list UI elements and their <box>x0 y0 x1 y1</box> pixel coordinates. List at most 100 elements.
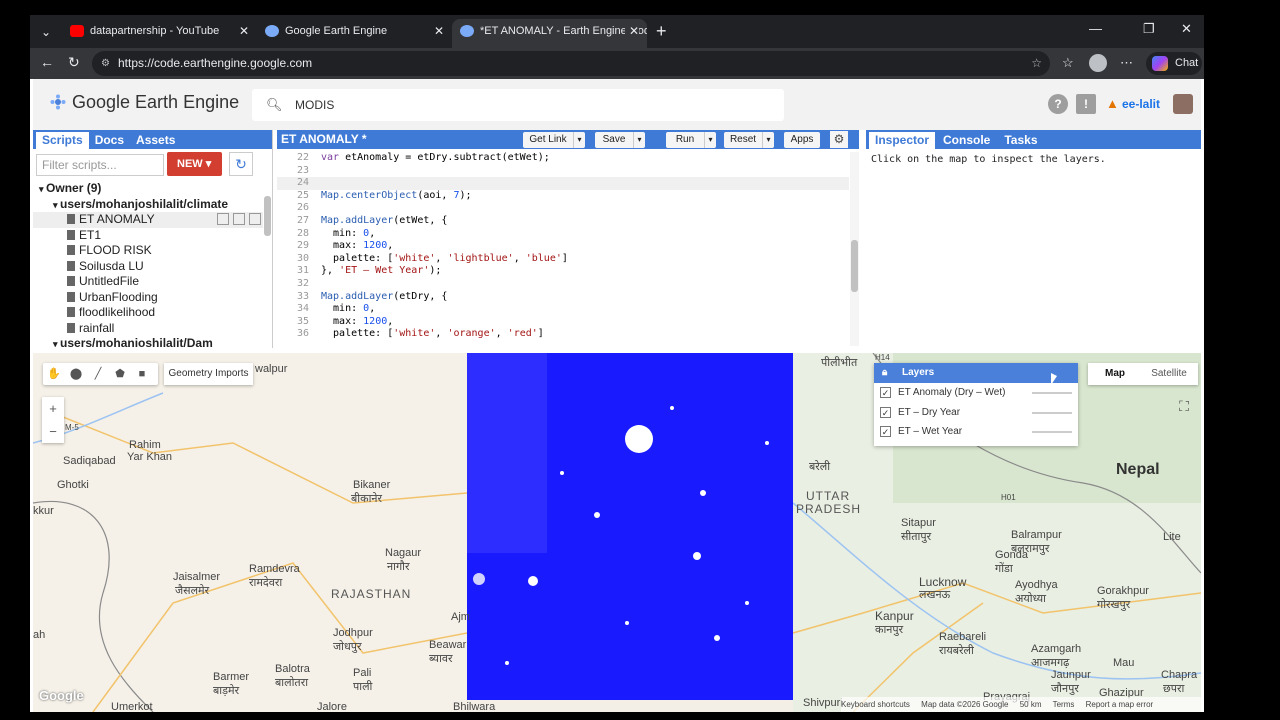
run-button[interactable]: Run ▾ <box>666 132 716 148</box>
editor-scroll-thumb[interactable] <box>851 240 858 292</box>
window-close-icon[interactable]: ✕ <box>1181 21 1192 37</box>
rectangle-icon[interactable]: ■ <box>131 363 153 385</box>
scale-bar[interactable]: 50 km <box>1020 700 1042 709</box>
script-file[interactable]: UrbanFlooding <box>33 290 263 306</box>
fullscreen-icon[interactable]: ⛶ <box>1174 398 1194 418</box>
apps-button[interactable]: Apps <box>784 132 820 148</box>
bookmark-star-icon[interactable]: ☆ <box>1031 51 1042 76</box>
chevron-down-icon[interactable]: ▾ <box>704 132 716 148</box>
chevron-down-icon[interactable]: ▾ <box>53 200 60 210</box>
code-line[interactable]: 26 <box>277 202 849 215</box>
code-line[interactable]: 28 min: 0, <box>277 228 849 241</box>
minimize-icon[interactable]: — <box>1089 21 1102 36</box>
gear-icon[interactable]: ⚙ <box>830 131 848 148</box>
layer-row[interactable]: ✓ ET Anomaly (Dry – Wet) <box>874 383 1078 403</box>
layer-checkbox[interactable]: ✓ <box>880 406 891 418</box>
search-input[interactable]: 🔍︎ MODIS <box>252 89 784 121</box>
line-icon[interactable]: ╱ <box>87 363 109 385</box>
layer-checkbox[interactable]: ✓ <box>880 426 891 437</box>
tab-earth-engine[interactable]: Google Earth Engine ✕ <box>257 19 452 48</box>
polygon-icon[interactable]: ⬟ <box>109 363 131 385</box>
layer-checkbox[interactable]: ✓ <box>880 387 891 398</box>
tab-et-anomaly[interactable]: *ET ANOMALY - Earth Engine Code ✕ <box>452 19 647 48</box>
get-link-button[interactable]: Get Link ▾ <box>523 132 585 148</box>
more-menu-icon[interactable]: ⋯ <box>1120 55 1133 71</box>
script-repo[interactable]: ▾ users/mohanjoshilalit/Dam <box>33 336 263 347</box>
map-type-map[interactable]: Map <box>1088 363 1142 385</box>
back-icon[interactable]: ← <box>40 54 54 70</box>
chevron-down-icon[interactable]: ▾ <box>39 184 46 194</box>
edit-icon[interactable] <box>233 213 245 225</box>
copilot-chat-button[interactable]: Chat <box>1146 52 1202 75</box>
feedback-icon[interactable]: ! <box>1076 94 1096 114</box>
favorites-icon[interactable]: ☆ <box>1062 55 1074 71</box>
profile-avatar-icon[interactable] <box>1089 54 1107 72</box>
code-line[interactable]: 22 var etAnomaly = etDry.subtract(etWet); <box>277 152 849 165</box>
tab-tasks[interactable]: Tasks <box>998 131 1043 150</box>
script-file[interactable]: UntitledFile <box>33 274 263 290</box>
script-group[interactable]: ▾ Owner (9) <box>33 181 263 197</box>
tab-inspector[interactable]: Inspector <box>869 132 936 149</box>
code-line[interactable]: 31}, 'ET – Wet Year'); <box>277 265 849 278</box>
code-line[interactable]: 35 max: 1200, <box>277 316 849 329</box>
account-menu[interactable]: ▲ ee-lalit <box>1104 90 1194 118</box>
zoom-out-button[interactable]: − <box>42 420 64 443</box>
filter-scripts-input[interactable]: Filter scripts... <box>36 154 164 176</box>
tab-assets[interactable]: Assets <box>130 131 181 150</box>
code-line[interactable]: 34 min: 0, <box>277 303 849 316</box>
refresh-icon[interactable]: ↻ <box>229 152 253 176</box>
history-icon[interactable] <box>217 213 229 225</box>
reload-icon[interactable]: ↻ <box>68 54 80 71</box>
scripts-scrollbar[interactable] <box>264 196 271 236</box>
layer-row[interactable]: ✓ ET – Dry Year <box>874 403 1078 423</box>
map-view[interactable]: walpur Rahim Yar Khan Sadiqabad Ghotki k… <box>33 353 1201 712</box>
report-error-link[interactable]: Report a map error <box>1086 700 1154 709</box>
code-line[interactable]: 30 palette: ['white', 'lightblue', 'blue… <box>277 253 849 266</box>
user-avatar[interactable] <box>1173 94 1193 114</box>
restore-icon[interactable]: ❐ <box>1143 21 1155 37</box>
opacity-slider[interactable] <box>1032 392 1072 394</box>
script-file[interactable]: floodlikelihood <box>33 305 263 321</box>
code-line[interactable]: 32 <box>277 278 849 291</box>
reset-button[interactable]: Reset ▾ <box>724 132 774 148</box>
chevron-down-icon[interactable]: ▾ <box>573 132 585 148</box>
script-file[interactable]: ET1 <box>33 228 263 244</box>
map-type-satellite[interactable]: Satellite <box>1142 363 1196 385</box>
new-button[interactable]: NEW ▾ <box>167 152 222 176</box>
layers-header[interactable]: 🔒︎ Layers <box>874 363 1078 383</box>
script-file[interactable]: ET ANOMALY <box>33 212 263 228</box>
chevron-down-icon[interactable]: ▾ <box>633 132 645 148</box>
delete-icon[interactable] <box>249 213 261 225</box>
tab-console[interactable]: Console <box>937 131 996 150</box>
tab-search-icon[interactable]: ⌄ <box>36 23 56 41</box>
site-info-icon[interactable]: ⚙ <box>101 51 110 76</box>
layer-row[interactable]: ✓ ET – Wet Year <box>874 422 1078 442</box>
code-line[interactable]: 24 <box>277 177 849 190</box>
script-file[interactable]: Soilusda LU <box>33 259 263 275</box>
code-line[interactable]: 27 Map.addLayer(etWet, { <box>277 215 849 228</box>
script-file[interactable]: FLOOD RISK <box>33 243 263 259</box>
code-line[interactable]: 23 <box>277 165 849 178</box>
code-area[interactable]: 22 var etAnomaly = etDry.subtract(etWet);… <box>277 152 849 346</box>
pan-hand-icon[interactable]: ✋ <box>43 363 65 385</box>
url-field[interactable]: ⚙ https://code.earthengine.google.com ☆ <box>92 51 1050 76</box>
terms-link[interactable]: Terms <box>1053 700 1075 709</box>
code-line[interactable]: 36 palette: ['white', 'orange', 'red'] <box>277 328 849 341</box>
script-repo[interactable]: ▾ users/mohanjoshilalit/climate <box>33 197 263 213</box>
chevron-down-icon[interactable]: ▾ <box>762 132 774 148</box>
code-line[interactable]: 25 Map.centerObject(aoi, 7); <box>277 190 849 203</box>
close-icon[interactable]: ✕ <box>239 19 249 44</box>
zoom-in-button[interactable]: + <box>42 397 64 420</box>
close-icon[interactable]: ✕ <box>434 19 444 44</box>
geometry-imports-button[interactable]: Geometry Imports <box>164 363 253 385</box>
close-icon[interactable]: ✕ <box>624 19 639 44</box>
new-tab-icon[interactable]: + <box>656 21 667 42</box>
tab-docs[interactable]: Docs <box>89 131 130 150</box>
keyboard-shortcuts-link[interactable]: Keyboard shortcuts <box>841 700 910 709</box>
code-line[interactable]: 29 max: 1200, <box>277 240 849 253</box>
opacity-slider[interactable] <box>1032 411 1072 414</box>
editor-scrollbar[interactable] <box>850 152 859 346</box>
tab-scripts[interactable]: Scripts <box>36 132 89 149</box>
marker-icon[interactable]: ⬤ <box>65 363 87 385</box>
tab-youtube[interactable]: datapartnership - YouTube ✕ <box>62 19 257 48</box>
